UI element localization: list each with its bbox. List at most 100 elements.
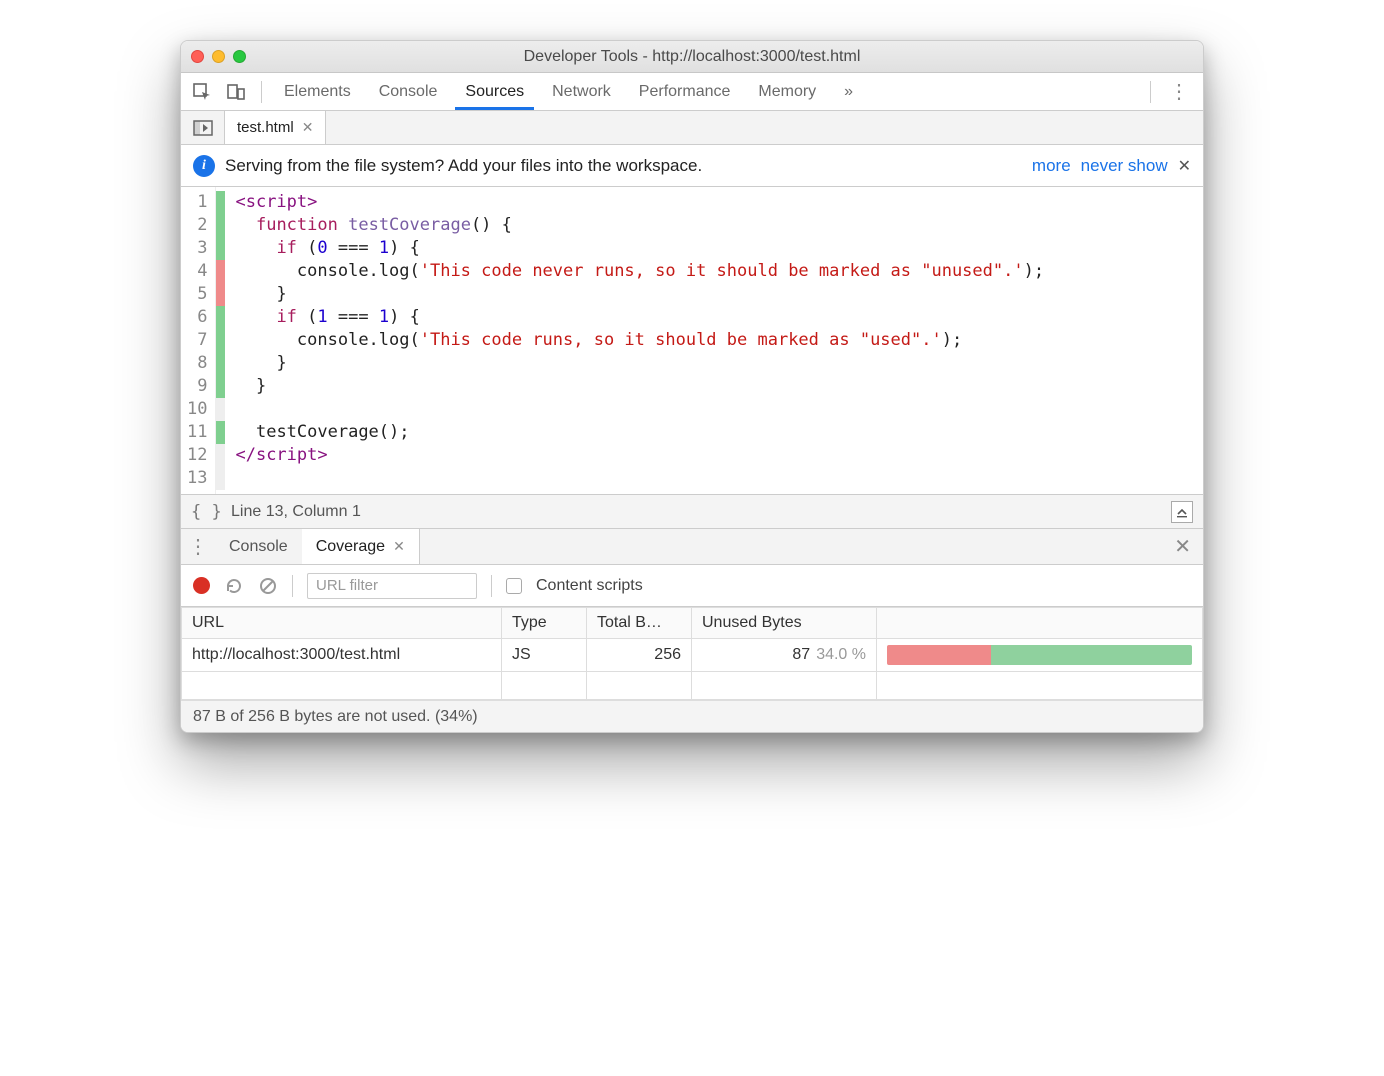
info-icon: i (193, 155, 215, 177)
coverage-marker (216, 398, 225, 421)
record-button[interactable] (193, 577, 210, 594)
coverage-gutter (216, 187, 225, 494)
line-number-gutter: 12345678910111213 (181, 187, 216, 494)
tab-console[interactable]: Console (369, 73, 448, 110)
code-line[interactable]: if (1 === 1) { (235, 306, 1044, 329)
line-number[interactable]: 4 (187, 260, 207, 283)
line-number[interactable]: 8 (187, 352, 207, 375)
line-number[interactable]: 2 (187, 214, 207, 237)
url-filter-input[interactable]: URL filter (307, 573, 477, 599)
line-number[interactable]: 5 (187, 283, 207, 306)
line-number[interactable]: 6 (187, 306, 207, 329)
tab-performance[interactable]: Performance (629, 73, 741, 110)
line-number[interactable]: 12 (187, 444, 207, 467)
line-number[interactable]: 7 (187, 329, 207, 352)
line-number[interactable]: 1 (187, 191, 207, 214)
code-line[interactable]: </script> (235, 444, 1044, 467)
code-content[interactable]: <script> function testCoverage() { if (0… (225, 187, 1054, 494)
info-never-show-link[interactable]: never show (1081, 156, 1168, 176)
line-number[interactable]: 13 (187, 467, 207, 490)
code-line[interactable]: if (0 === 1) { (235, 237, 1044, 260)
coverage-marker (216, 214, 225, 237)
info-more-link[interactable]: more (1032, 156, 1071, 176)
reload-icon[interactable] (224, 576, 244, 596)
source-editor[interactable]: 12345678910111213 <script> function test… (181, 187, 1203, 495)
col-type[interactable]: Type (502, 608, 587, 639)
coverage-marker (216, 306, 225, 329)
code-line[interactable]: } (235, 375, 1044, 398)
usage-bar (887, 645, 1192, 665)
drawer-tab-console[interactable]: Console (215, 529, 302, 564)
window-title: Developer Tools - http://localhost:3000/… (181, 48, 1203, 66)
line-number[interactable]: 11 (187, 421, 207, 444)
window-controls (191, 50, 246, 63)
code-line[interactable]: } (235, 352, 1044, 375)
coverage-marker (216, 237, 225, 260)
url-filter-placeholder: URL filter (316, 577, 378, 594)
tab-network[interactable]: Network (542, 73, 621, 110)
code-line[interactable] (235, 398, 1044, 421)
cell-bar (877, 639, 1203, 672)
file-tab-test-html[interactable]: test.html ✕ (225, 111, 326, 144)
code-line[interactable]: console.log('This code runs, so it shoul… (235, 329, 1044, 352)
tab-memory[interactable]: Memory (748, 73, 826, 110)
code-line[interactable]: } (235, 283, 1044, 306)
cell-url: http://localhost:3000/test.html (182, 639, 502, 672)
coverage-marker (216, 329, 225, 352)
drawer-menu-icon[interactable]: ⋮ (181, 529, 215, 564)
coverage-toolbar: URL filter Content scripts (181, 565, 1203, 607)
info-text: Serving from the file system? Add your f… (225, 156, 702, 176)
close-drawer-icon[interactable]: ✕ (1162, 529, 1203, 564)
separator (1150, 81, 1151, 103)
zoom-window-button[interactable] (233, 50, 246, 63)
col-url[interactable]: URL (182, 608, 502, 639)
inspect-element-icon[interactable] (189, 79, 215, 105)
code-line[interactable] (235, 467, 1044, 490)
file-tab-strip: test.html ✕ (181, 111, 1203, 145)
col-total[interactable]: Total B… (587, 608, 692, 639)
coverage-marker (216, 352, 225, 375)
coverage-marker (216, 421, 225, 444)
main-tab-strip: ElementsConsoleSourcesNetworkPerformance… (181, 73, 1203, 111)
col-bar (877, 608, 1203, 639)
col-unused[interactable]: Unused Bytes (692, 608, 877, 639)
coverage-marker (216, 260, 225, 283)
coverage-status-bar: 87 B of 256 B bytes are not used. (34%) (181, 700, 1203, 732)
cursor-position: Line 13, Column 1 (231, 503, 361, 521)
code-line[interactable]: testCoverage(); (235, 421, 1044, 444)
line-number[interactable]: 10 (187, 398, 207, 421)
close-window-button[interactable] (191, 50, 204, 63)
pretty-print-button[interactable]: { } (191, 502, 231, 522)
close-icon[interactable]: ✕ (302, 119, 314, 136)
coverage-marker (216, 283, 225, 306)
navigator-toggle-button[interactable] (181, 111, 225, 144)
clear-icon[interactable] (258, 576, 278, 596)
minimize-window-button[interactable] (212, 50, 225, 63)
editor-status-bar: { } Line 13, Column 1 (181, 495, 1203, 529)
coverage-marker (216, 444, 225, 467)
code-line[interactable]: console.log('This code never runs, so it… (235, 260, 1044, 283)
device-toolbar-icon[interactable] (223, 79, 249, 105)
table-row[interactable]: http://localhost:3000/test.htmlJS2568734… (182, 639, 1203, 672)
coverage-summary: 87 B of 256 B bytes are not used. (34%) (193, 708, 478, 726)
drawer-tab-label: Coverage (316, 538, 385, 556)
file-tab-label: test.html (237, 119, 294, 136)
code-line[interactable]: <script> (235, 191, 1044, 214)
tabs-overflow-button[interactable]: » (834, 73, 863, 110)
tab-sources[interactable]: Sources (455, 73, 534, 110)
code-line[interactable]: function testCoverage() { (235, 214, 1044, 237)
collapse-panel-icon[interactable] (1171, 501, 1193, 523)
line-number[interactable]: 9 (187, 375, 207, 398)
settings-kebab-icon[interactable]: ⋮ (1163, 79, 1195, 104)
close-icon[interactable]: ✕ (1178, 156, 1191, 176)
close-icon[interactable]: ✕ (393, 538, 405, 555)
separator (292, 575, 293, 597)
coverage-marker (216, 467, 225, 490)
drawer-tab-coverage[interactable]: Coverage ✕ (302, 529, 420, 564)
tab-elements[interactable]: Elements (274, 73, 361, 110)
coverage-marker (216, 375, 225, 398)
content-scripts-checkbox[interactable] (506, 578, 522, 594)
line-number[interactable]: 3 (187, 237, 207, 260)
devtools-window: Developer Tools - http://localhost:3000/… (180, 40, 1204, 733)
workspace-info-bar: i Serving from the file system? Add your… (181, 145, 1203, 187)
